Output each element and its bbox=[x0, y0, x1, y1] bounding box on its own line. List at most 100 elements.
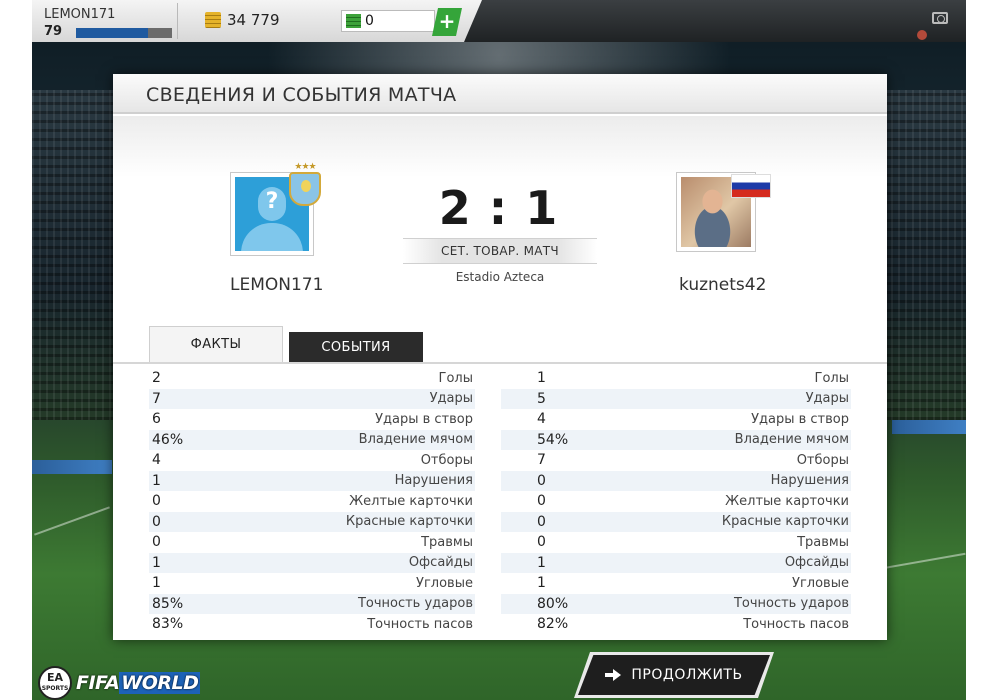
stat-label: Удары bbox=[805, 391, 849, 407]
stat-row: 1 Голы bbox=[501, 368, 851, 389]
score-separator: : bbox=[488, 181, 512, 235]
fifa-points-display: 0 bbox=[341, 10, 435, 32]
away-player-name: kuznets42 bbox=[679, 275, 767, 295]
stat-value: 1 bbox=[152, 554, 161, 571]
stat-value: 46% bbox=[152, 431, 184, 448]
stat-label: Травмы bbox=[421, 534, 473, 550]
stat-label: Травмы bbox=[797, 534, 849, 550]
stat-row: 0 Красные карточки bbox=[149, 511, 475, 532]
stat-row: 80% Точность ударов bbox=[501, 593, 851, 614]
player-info[interactable]: LEMON171 79 bbox=[36, 3, 178, 39]
stat-row: 0 Травмы bbox=[149, 532, 475, 553]
stat-label: Точность пасов bbox=[367, 616, 473, 632]
stat-label: Владение мячом bbox=[734, 432, 849, 448]
stat-row: 5 Удары bbox=[501, 388, 851, 409]
match-type: СЕТ. ТОВАР. МАТЧ bbox=[441, 244, 559, 258]
stat-value: 82% bbox=[537, 616, 569, 633]
stat-value: 54% bbox=[537, 431, 569, 448]
tab-facts[interactable]: ФАКТЫ bbox=[149, 326, 283, 362]
stats-divider bbox=[113, 362, 887, 364]
stat-row: 7 Отборы bbox=[501, 450, 851, 471]
stat-label: Офсайды bbox=[408, 555, 473, 571]
stat-row: 1 Угловые bbox=[501, 573, 851, 594]
stat-value: 0 bbox=[152, 534, 161, 551]
tab-events[interactable]: СОБЫТИЯ bbox=[289, 332, 423, 362]
stat-row: 0 Нарушения bbox=[501, 470, 851, 491]
stat-value: 5 bbox=[537, 390, 546, 407]
stat-row: 83% Точность пасов bbox=[149, 614, 475, 635]
fifa-world-logo: EA SPORTS FIFA WORLD bbox=[38, 666, 201, 700]
stat-label: Точность пасов bbox=[743, 616, 849, 632]
home-stats-column: 2 Голы 7 Удары 6 Удары в створ 46% Владение мяч… bbox=[149, 368, 475, 635]
stat-row: 54% Владение мячом bbox=[501, 429, 851, 450]
stat-label: Нарушения bbox=[394, 473, 473, 489]
stat-row: 1 Офсайды bbox=[149, 552, 475, 573]
stat-value: 85% bbox=[152, 595, 184, 612]
stat-label: Красные карточки bbox=[345, 514, 473, 530]
stat-row: 4 Удары в створ bbox=[501, 409, 851, 430]
stat-value: 4 bbox=[152, 452, 161, 469]
stat-label: Точность ударов bbox=[357, 596, 473, 612]
stat-label: Удары bbox=[429, 391, 473, 407]
stat-value: 0 bbox=[537, 534, 546, 551]
player-level: 79 bbox=[44, 24, 63, 39]
ad-board-left bbox=[32, 460, 112, 474]
brand-wordmark: FIFA WORLD bbox=[76, 672, 201, 694]
xp-progress-bar bbox=[76, 28, 172, 38]
pitch-line bbox=[882, 552, 966, 570]
camera-icon[interactable] bbox=[932, 12, 948, 24]
continue-button[interactable]: ПРОДОЛЖИТЬ bbox=[578, 655, 770, 695]
pitch-line bbox=[34, 506, 110, 536]
stat-value: 7 bbox=[152, 390, 161, 407]
stat-value: 0 bbox=[152, 493, 161, 510]
arrow-right-icon bbox=[605, 669, 622, 681]
panel-title: СВЕДЕНИЯ И СОБЫТИЯ МАТЧА bbox=[146, 84, 457, 106]
continue-label: ПРОДОЛЖИТЬ bbox=[631, 667, 743, 683]
cash-value: 0 bbox=[365, 13, 374, 29]
stat-row: 0 Желтые карточки bbox=[501, 491, 851, 512]
stat-value: 7 bbox=[537, 452, 546, 469]
russia-flag-icon bbox=[731, 174, 771, 198]
ea-sports-logo-icon: EA SPORTS bbox=[38, 666, 72, 700]
club-badge-icon: ★★★ bbox=[287, 162, 323, 208]
stat-value: 0 bbox=[537, 513, 546, 530]
stat-label: Владение мячом bbox=[358, 432, 473, 448]
stat-value: 0 bbox=[537, 472, 546, 489]
stat-row: 6 Удары в створ bbox=[149, 409, 475, 430]
stat-value: 1 bbox=[537, 554, 546, 571]
xp-progress-fill bbox=[76, 28, 148, 38]
stat-value: 4 bbox=[537, 411, 546, 428]
match-details-panel: СВЕДЕНИЯ И СОБЫТИЯ МАТЧА ? ★★★ LEMON171 … bbox=[113, 74, 887, 640]
stat-row: 46% Владение мячом bbox=[149, 429, 475, 450]
player-name: LEMON171 bbox=[44, 7, 116, 22]
away-stats-column: 1 Голы 5 Удары 4 Удары в створ 54% Владение мяч… bbox=[501, 368, 851, 635]
coins-icon bbox=[205, 12, 221, 28]
stat-label: Голы bbox=[438, 370, 473, 386]
stat-label: Желтые карточки bbox=[725, 493, 849, 509]
stat-value: 2 bbox=[152, 370, 161, 387]
stat-row: 1 Нарушения bbox=[149, 470, 475, 491]
stat-label: Отборы bbox=[420, 452, 473, 468]
coins-display: 34 779 bbox=[205, 11, 280, 29]
stat-label: Удары в створ bbox=[751, 411, 849, 427]
stat-value: 1 bbox=[537, 575, 546, 592]
stat-value: 1 bbox=[152, 472, 161, 489]
away-score: 1 bbox=[525, 181, 562, 235]
stat-value: 0 bbox=[537, 493, 546, 510]
stat-row: 0 Травмы bbox=[501, 532, 851, 553]
home-player-name: LEMON171 bbox=[230, 275, 324, 295]
match-type-bar: СЕТ. ТОВАР. МАТЧ bbox=[403, 238, 597, 264]
stadium-name: Estadio Azteca bbox=[455, 270, 545, 284]
stat-value: 1 bbox=[152, 575, 161, 592]
stat-label: Офсайды bbox=[784, 555, 849, 571]
stat-value: 6 bbox=[152, 411, 161, 428]
stat-value: 83% bbox=[152, 616, 184, 633]
ad-board-right bbox=[892, 420, 966, 434]
stat-row: 7 Удары bbox=[149, 388, 475, 409]
stat-label: Удары в створ bbox=[375, 411, 473, 427]
stat-label: Угловые bbox=[416, 575, 473, 591]
stat-label: Нарушения bbox=[770, 473, 849, 489]
stat-row: 82% Точность пасов bbox=[501, 614, 851, 635]
stat-label: Точность ударов bbox=[733, 596, 849, 612]
cash-icon bbox=[346, 14, 361, 28]
